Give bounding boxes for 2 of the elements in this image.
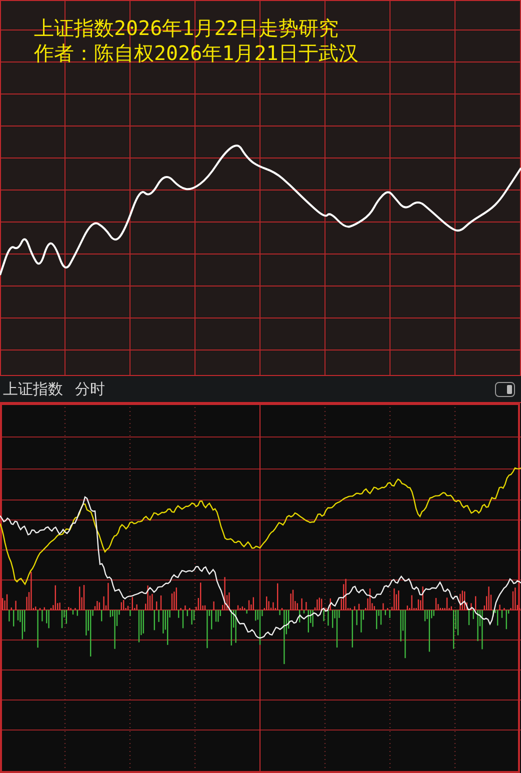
period-tab[interactable]: 分时	[75, 380, 105, 398]
index-name: 上证指数	[3, 380, 63, 398]
